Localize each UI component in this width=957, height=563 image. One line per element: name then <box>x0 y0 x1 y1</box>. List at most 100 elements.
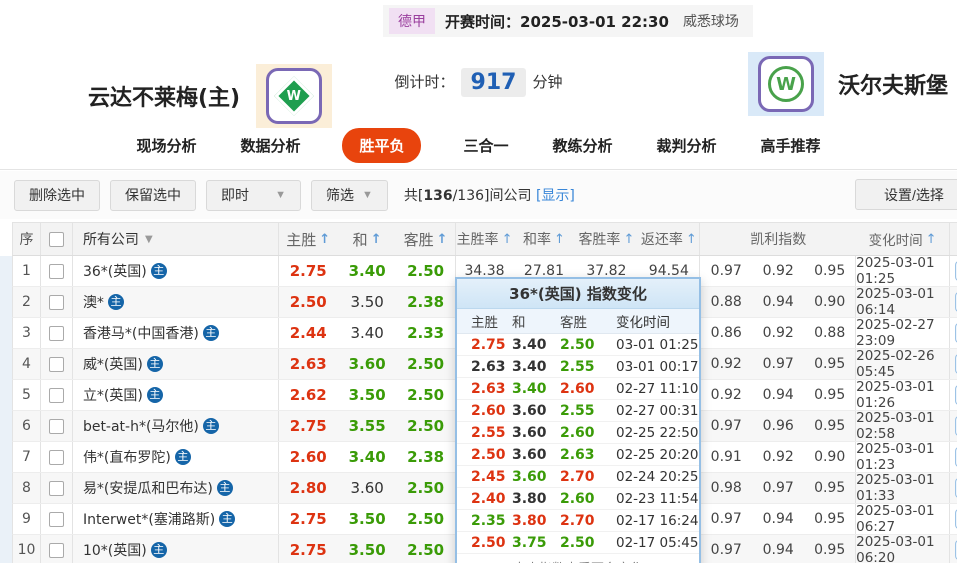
row-checkbox-cell[interactable] <box>41 504 73 534</box>
draw-odds-cell[interactable]: 3.50 <box>338 380 397 410</box>
home-odds-cell[interactable]: 2.75 <box>279 411 338 441</box>
delete-selected-button[interactable]: 删除选中 <box>14 179 100 211</box>
company-cell[interactable]: Interwet*(塞浦路斯) 主 <box>73 504 279 534</box>
next-column-sliver <box>950 256 957 286</box>
nav-tab[interactable]: 胜平负 <box>342 128 422 163</box>
row-checkbox <box>48 263 64 279</box>
row-checkbox-cell[interactable] <box>41 318 73 348</box>
away-odds-cell[interactable]: 2.38 <box>397 287 456 317</box>
away-odds-cell[interactable]: 2.33 <box>397 318 456 348</box>
header-draw-rate[interactable]: 和率 ↑ <box>513 223 574 255</box>
nav-tab[interactable]: 现场分析 <box>134 128 198 163</box>
row-checkbox-cell[interactable] <box>41 349 73 379</box>
row-checkbox-cell[interactable] <box>41 473 73 503</box>
company-cell[interactable]: 香港马*(中国香港) 主 <box>73 318 279 348</box>
home-odds-cell[interactable]: 2.75 <box>279 256 338 286</box>
nav-tab[interactable]: 教练分析 <box>551 128 615 163</box>
next-column-sliver <box>950 442 957 472</box>
away-odds-cell[interactable]: 2.50 <box>397 380 456 410</box>
kelly-away-cell: 0.95 <box>804 535 857 563</box>
company-cell[interactable]: 易*(安提瓜和巴布达) 主 <box>73 473 279 503</box>
popup-row: 2.50 3.60 2.63 02-25 20:20 <box>457 444 699 466</box>
header-home-win[interactable]: 主胜 ↑ <box>279 223 338 255</box>
kelly-home-cell: 0.91 <box>710 449 742 465</box>
away-odds-cell[interactable]: 2.50 <box>397 473 456 503</box>
popup-title: 36*(英国) 指数变化 <box>457 279 699 309</box>
next-column-sliver <box>950 349 957 379</box>
nav-tab[interactable]: 高手推荐 <box>759 128 823 163</box>
home-odds-cell[interactable]: 2.44 <box>279 318 338 348</box>
popup-home-odds: 2.45 <box>471 468 506 485</box>
away-odds-cell[interactable]: 2.50 <box>397 349 456 379</box>
home-odds-cell[interactable]: 2.63 <box>279 349 338 379</box>
company-cell[interactable]: bet-at-h*(马尔他) 主 <box>73 411 279 441</box>
header-draw[interactable]: 和 ↑ <box>338 223 397 255</box>
header-home-rate[interactable]: 主胜率 ↑ <box>456 223 514 255</box>
header-away-win[interactable]: 客胜 ↑ <box>397 223 456 255</box>
filter-dropdown[interactable]: 筛选 ▼ <box>311 179 388 211</box>
popup-draw-odds: 3.60 <box>512 446 547 463</box>
company-cell[interactable]: 澳* 主 <box>73 287 279 317</box>
header-checkbox[interactable] <box>41 223 73 255</box>
header-change-time[interactable]: 变化时间 ↑ <box>856 223 951 255</box>
kickoff-time: 2025-03-01 22:30 <box>520 12 669 31</box>
change-time-cell: 2025-03-01 01:26 <box>856 379 951 411</box>
home-odds-cell[interactable]: 2.50 <box>279 287 338 317</box>
row-checkbox <box>48 542 64 558</box>
draw-odds-cell[interactable]: 3.40 <box>338 318 397 348</box>
away-odds-cell[interactable]: 2.50 <box>397 535 456 563</box>
header-return-rate[interactable]: 返还率 ↑ <box>638 223 701 255</box>
main-company-icon: 主 <box>174 449 191 465</box>
keep-selected-button[interactable]: 保留选中 <box>110 179 196 211</box>
odds-mode-dropdown[interactable]: 即时 ▼ <box>206 179 301 211</box>
company-cell[interactable]: 伟*(直布罗陀) 主 <box>73 442 279 472</box>
away-odds-cell[interactable]: 2.50 <box>397 504 456 534</box>
row-index: 10 <box>13 535 41 563</box>
popup-row: 2.60 3.60 2.55 02-27 00:31 <box>457 400 699 422</box>
odds-comparison-page: 德甲 开赛时间：2025-03-01 22:30 威悉球场 云达不莱梅(主) W… <box>0 0 957 563</box>
away-odds-cell[interactable]: 2.50 <box>397 411 456 441</box>
home-odds-cell[interactable]: 2.80 <box>279 473 338 503</box>
popup-row: 2.50 3.75 2.50 02-17 05:45 <box>457 532 699 554</box>
row-checkbox-cell[interactable] <box>41 380 73 410</box>
draw-odds-cell[interactable]: 3.60 <box>338 473 397 503</box>
settings-select-button[interactable]: 设置/选择 <box>855 179 957 210</box>
away-odds-cell[interactable]: 2.38 <box>397 442 456 472</box>
header-away-rate[interactable]: 客胜率 ↑ <box>574 223 638 255</box>
popup-draw-odds: 3.40 <box>512 336 547 353</box>
kelly-draw-cell: 0.94 <box>762 294 794 310</box>
row-checkbox-cell[interactable] <box>41 535 73 563</box>
popup-rows: 2.75 3.40 2.50 03-01 01:25 2.63 3.40 2.5… <box>457 334 699 554</box>
company-cell[interactable]: 36*(英国) 主 <box>73 256 279 286</box>
change-time-cell: 2025-03-01 01:25 <box>856 255 951 287</box>
row-checkbox-cell[interactable] <box>41 287 73 317</box>
company-cell[interactable]: 威*(英国) 主 <box>73 349 279 379</box>
draw-odds-cell[interactable]: 3.50 <box>338 504 397 534</box>
change-time-cell: 2025-02-26 05:45 <box>856 348 951 380</box>
draw-odds-cell[interactable]: 3.40 <box>338 442 397 472</box>
nav-tab[interactable]: 三合一 <box>461 128 510 163</box>
sort-up-icon: ↑ <box>370 231 382 247</box>
header-company[interactable]: 所有公司 ▼ <box>73 223 279 255</box>
draw-odds-cell[interactable]: 3.55 <box>338 411 397 441</box>
popup-home-odds: 2.55 <box>471 424 506 441</box>
draw-odds-cell[interactable]: 3.40 <box>338 256 397 286</box>
home-odds-cell[interactable]: 2.75 <box>279 504 338 534</box>
home-odds-cell[interactable]: 2.75 <box>279 535 338 563</box>
row-checkbox-cell[interactable] <box>41 256 73 286</box>
company-cell[interactable]: 立*(英国) 主 <box>73 380 279 410</box>
row-checkbox-cell[interactable] <box>41 442 73 472</box>
draw-odds-cell[interactable]: 3.50 <box>338 287 397 317</box>
draw-odds-cell[interactable]: 3.50 <box>338 535 397 563</box>
show-link[interactable]: [显示] <box>536 188 575 204</box>
home-odds-cell[interactable]: 2.62 <box>279 380 338 410</box>
draw-odds-cell[interactable]: 3.60 <box>338 349 397 379</box>
row-index: 5 <box>13 380 41 410</box>
popup-away-odds: 2.60 <box>560 424 595 441</box>
home-odds-cell[interactable]: 2.60 <box>279 442 338 472</box>
away-odds-cell[interactable]: 2.50 <box>397 256 456 286</box>
nav-tab[interactable]: 裁判分析 <box>655 128 719 163</box>
company-cell[interactable]: 10*(英国) 主 <box>73 535 279 563</box>
nav-tab[interactable]: 数据分析 <box>238 128 302 163</box>
row-checkbox-cell[interactable] <box>41 411 73 441</box>
